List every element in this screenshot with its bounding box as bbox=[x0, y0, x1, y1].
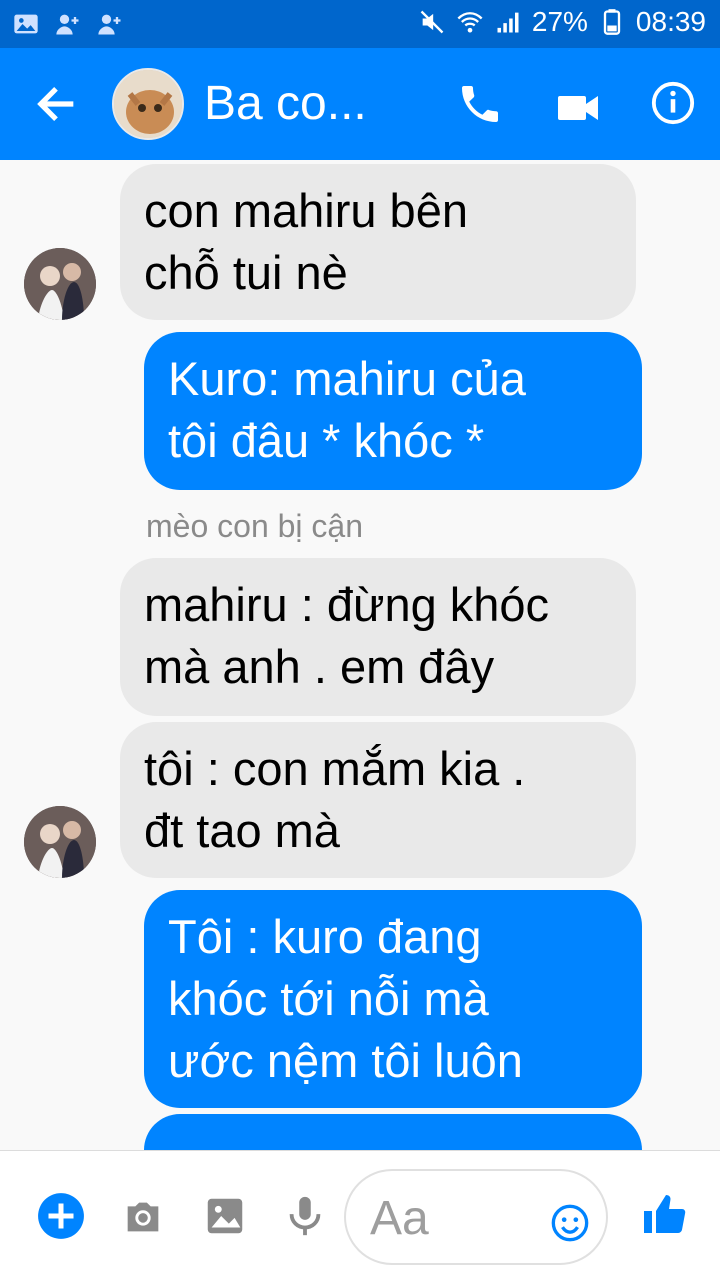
camera-icon[interactable] bbox=[120, 1193, 166, 1239]
gallery-icon[interactable] bbox=[202, 1193, 248, 1239]
info-icon[interactable] bbox=[650, 80, 696, 126]
clock: 08:39 bbox=[635, 6, 706, 37]
emoji-icon[interactable] bbox=[550, 1203, 590, 1243]
message-text: ước nệm tôi luôn bbox=[168, 1034, 523, 1087]
add-person-icon bbox=[56, 14, 79, 35]
image-icon bbox=[14, 14, 38, 34]
add-person-icon bbox=[98, 14, 121, 35]
back-arrow-icon[interactable] bbox=[30, 78, 82, 130]
message-bubble-outgoing[interactable]: Kuro: mahiru của tôi đâu * khóc * bbox=[144, 332, 642, 490]
mute-icon bbox=[420, 10, 444, 34]
message-text: khóc tới nỗi mà bbox=[168, 972, 489, 1025]
conversation-title[interactable]: Ba co... bbox=[204, 76, 367, 131]
wifi-icon bbox=[457, 12, 483, 33]
message-bubble-outgoing-partial[interactable] bbox=[144, 1114, 642, 1150]
sender-avatar[interactable] bbox=[24, 806, 96, 878]
message-text: tôi : con mắm kia . bbox=[144, 742, 526, 795]
message-text: Tôi : kuro đang bbox=[168, 910, 482, 963]
message-bubble-incoming[interactable]: mahiru : đừng khóc mà anh . em đây bbox=[120, 558, 636, 716]
like-icon[interactable] bbox=[640, 1191, 688, 1239]
message-input-placeholder: Aa bbox=[370, 1192, 429, 1245]
message-text: Kuro: mahiru của bbox=[168, 352, 526, 405]
message-input[interactable]: Aa bbox=[344, 1169, 608, 1265]
message-text: tôi đâu * khóc * bbox=[168, 414, 485, 467]
message-text: con mahiru bên bbox=[144, 184, 468, 237]
app-bar: Ba co... bbox=[0, 48, 720, 160]
message-list[interactable]: con mahiru bên chỗ tui nè Kuro: mahiru c… bbox=[0, 160, 720, 1150]
message-text: chỗ tui nè bbox=[144, 246, 348, 299]
sender-avatar[interactable] bbox=[24, 248, 96, 320]
video-icon[interactable] bbox=[554, 84, 602, 132]
message-bubble-outgoing[interactable]: Tôi : kuro đang khóc tới nỗi mà ước nệm … bbox=[144, 890, 642, 1108]
status-bar: 27% 08:39 bbox=[0, 0, 720, 48]
composer-bar: Aa bbox=[0, 1150, 720, 1280]
plus-icon[interactable] bbox=[36, 1191, 86, 1241]
battery-percent: 27% bbox=[531, 6, 588, 37]
sender-name: mèo con bị cận bbox=[146, 508, 364, 544]
message-text: mahiru : đừng khóc bbox=[144, 578, 550, 631]
signal-icon bbox=[497, 12, 519, 33]
message-text: mà anh . em đây bbox=[144, 640, 495, 693]
message-text: đt tao mà bbox=[144, 804, 340, 857]
phone-icon[interactable] bbox=[456, 80, 504, 128]
battery-icon bbox=[603, 9, 621, 35]
mic-icon[interactable] bbox=[282, 1191, 328, 1241]
message-bubble-incoming[interactable]: tôi : con mắm kia . đt tao mà bbox=[120, 722, 636, 878]
message-bubble-incoming[interactable]: con mahiru bên chỗ tui nè bbox=[120, 164, 636, 320]
contact-avatar[interactable] bbox=[112, 68, 184, 140]
